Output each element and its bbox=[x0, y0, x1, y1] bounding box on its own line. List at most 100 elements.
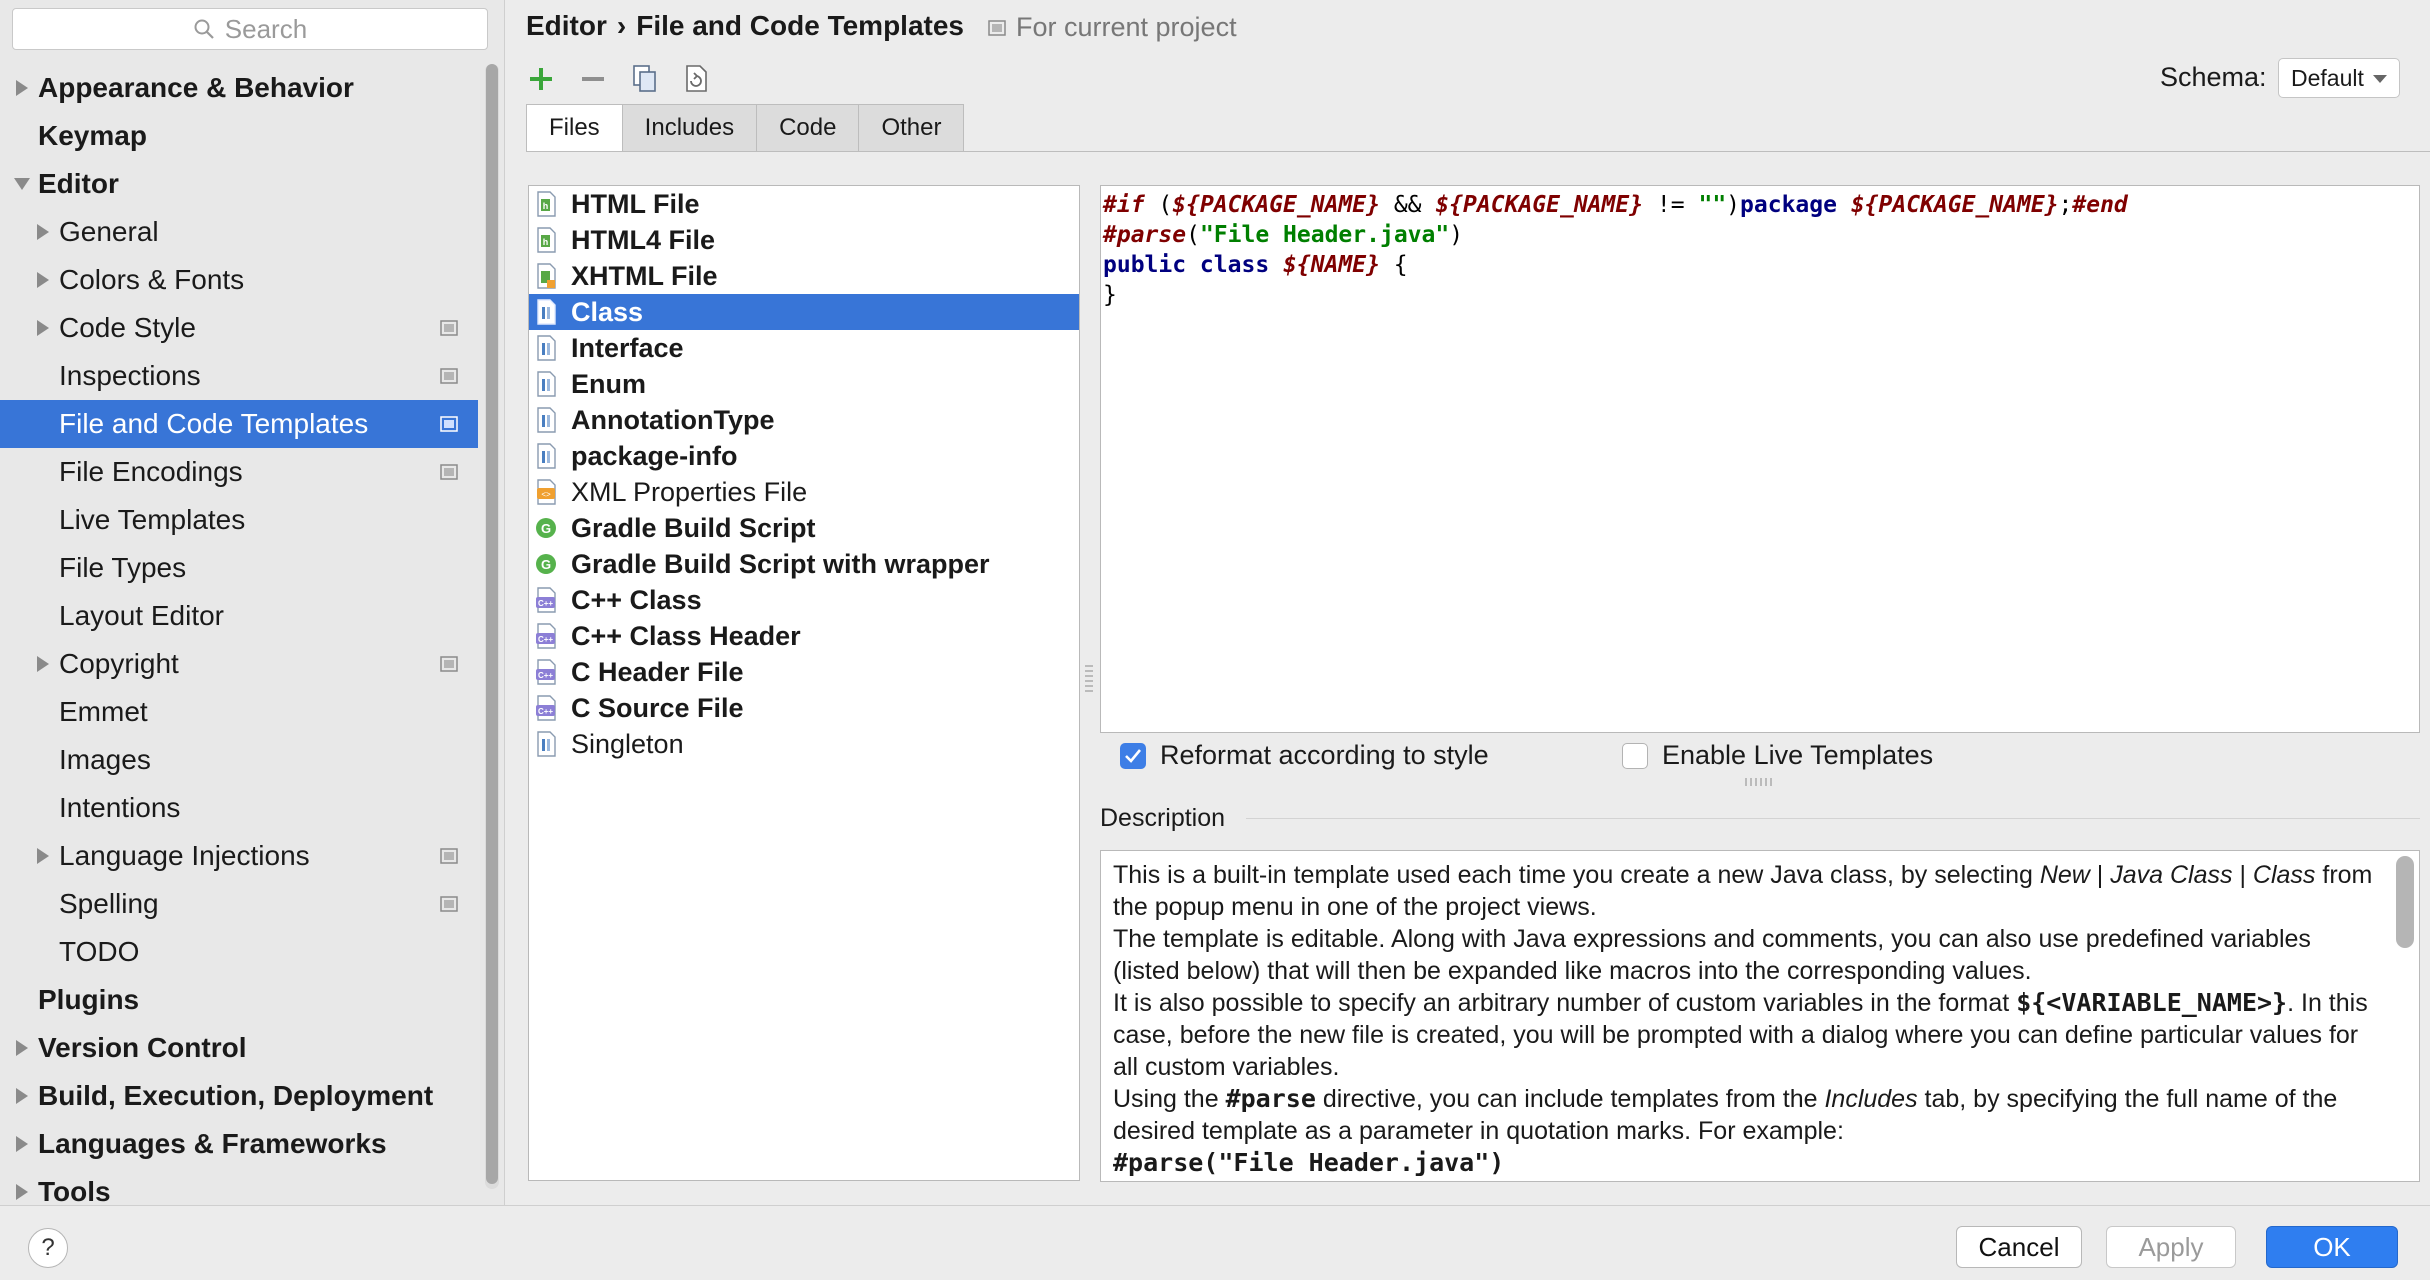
sidebar-item[interactable]: Tools bbox=[0, 1168, 478, 1216]
sidebar-item[interactable]: Editor bbox=[0, 160, 478, 208]
chevron-right-icon[interactable] bbox=[37, 272, 49, 288]
live-templates-checkbox[interactable] bbox=[1622, 742, 1648, 769]
code-line: #parse("File Header.java") bbox=[1103, 220, 2417, 250]
sidebar-item[interactable]: Spelling bbox=[0, 880, 478, 928]
sidebar-item[interactable]: Layout Editor bbox=[0, 592, 478, 640]
sidebar-item[interactable]: Live Templates bbox=[0, 496, 478, 544]
help-button[interactable]: ? bbox=[28, 1228, 68, 1268]
sidebar-item-label: Tools bbox=[38, 1176, 111, 1207]
template-item[interactable]: Enum bbox=[529, 366, 1079, 402]
description-paragraph: This is a built-in template used each ti… bbox=[1113, 859, 2383, 923]
template-item[interactable]: XHTML File bbox=[529, 258, 1079, 294]
sidebar-item[interactable]: Images bbox=[0, 736, 478, 784]
horizontal-splitter-handle[interactable] bbox=[1745, 778, 1775, 786]
code-token: ) bbox=[1726, 192, 1741, 218]
schema-select[interactable]: Default bbox=[2278, 58, 2400, 98]
sidebar-item[interactable]: Appearance & Behavior bbox=[0, 64, 478, 112]
tab-code[interactable]: Code bbox=[757, 104, 860, 152]
template-item[interactable]: <> XML Properties File bbox=[529, 474, 1079, 510]
template-item-label: C++ Class Header bbox=[571, 620, 801, 651]
description-scrollbar-thumb[interactable] bbox=[2396, 856, 2414, 948]
code-token: } bbox=[1103, 282, 1117, 308]
sidebar-item[interactable]: Emmet bbox=[0, 688, 478, 736]
chevron-right-icon[interactable] bbox=[16, 1184, 28, 1200]
copy-template-button[interactable] bbox=[622, 58, 668, 100]
chevron-right-icon[interactable] bbox=[16, 1040, 28, 1056]
sidebar-item[interactable]: Language Injections bbox=[0, 832, 478, 880]
code-token: ( bbox=[1186, 222, 1200, 248]
reformat-checkbox[interactable] bbox=[1120, 742, 1146, 769]
vertical-splitter-handle[interactable] bbox=[1085, 665, 1093, 695]
schema-value: Default bbox=[2291, 64, 2364, 91]
chevron-right-icon[interactable] bbox=[16, 80, 28, 96]
template-item[interactable]: C++ C++ Class Header bbox=[529, 618, 1079, 654]
template-item[interactable]: C++ C Header File bbox=[529, 654, 1079, 690]
template-item[interactable]: Interface bbox=[529, 330, 1079, 366]
sidebar-item[interactable]: Colors & Fonts bbox=[0, 256, 478, 304]
sidebar-item[interactable]: TODO bbox=[0, 928, 478, 976]
sidebar-item-label: Languages & Frameworks bbox=[38, 1128, 387, 1159]
tab-other[interactable]: Other bbox=[859, 104, 965, 152]
template-item[interactable]: G Gradle Build Script with wrapper bbox=[529, 546, 1079, 582]
description-italic: Java Class bbox=[2110, 861, 2233, 889]
reset-template-button[interactable] bbox=[674, 58, 720, 100]
sidebar-item[interactable]: Inspections bbox=[0, 352, 478, 400]
sidebar-item[interactable]: Languages & Frameworks bbox=[0, 1120, 478, 1168]
tab-files[interactable]: Files bbox=[526, 104, 623, 152]
code-token: ${NAME} bbox=[1283, 252, 1380, 278]
template-item[interactable]: G Gradle Build Script bbox=[529, 510, 1079, 546]
sidebar-item[interactable]: Intentions bbox=[0, 784, 478, 832]
chevron-right-icon[interactable] bbox=[37, 848, 49, 864]
svg-text:C++: C++ bbox=[538, 635, 553, 644]
reformat-option[interactable]: Reformat according to style bbox=[1120, 740, 1489, 771]
sidebar-item[interactable]: Build, Execution, Deployment bbox=[0, 1072, 478, 1120]
description-panel[interactable]: This is a built-in template used each ti… bbox=[1100, 850, 2420, 1182]
template-item[interactable]: package-info bbox=[529, 438, 1079, 474]
sidebar-item-label: Plugins bbox=[38, 984, 140, 1015]
template-item[interactable]: h HTML File bbox=[529, 186, 1079, 222]
sidebar-item[interactable]: Copyright bbox=[0, 640, 478, 688]
template-item-label: HTML File bbox=[571, 188, 700, 219]
chevron-down-icon[interactable] bbox=[14, 178, 30, 190]
sidebar-item[interactable]: Plugins bbox=[0, 976, 478, 1024]
template-item[interactable]: AnnotationType bbox=[529, 402, 1079, 438]
chevron-right-icon[interactable] bbox=[37, 656, 49, 672]
ok-button[interactable]: OK bbox=[2266, 1226, 2398, 1268]
sidebar-item[interactable]: Version Control bbox=[0, 1024, 478, 1072]
sidebar-item[interactable]: Code Style bbox=[0, 304, 478, 352]
search-input[interactable]: Search bbox=[12, 8, 488, 50]
sidebar-item[interactable]: Keymap bbox=[0, 112, 478, 160]
sidebar-item-label: Build, Execution, Deployment bbox=[38, 1080, 434, 1111]
remove-template-button[interactable] bbox=[570, 58, 616, 100]
java-file-icon bbox=[537, 443, 556, 469]
chevron-right-icon[interactable] bbox=[16, 1088, 28, 1104]
description-code: #parse("File Header.java") bbox=[1113, 1148, 1505, 1177]
add-template-button[interactable] bbox=[518, 58, 564, 100]
chevron-right-icon[interactable] bbox=[16, 1136, 28, 1152]
template-item[interactable]: Singleton bbox=[529, 726, 1079, 762]
template-item[interactable]: Class bbox=[529, 294, 1079, 330]
sidebar-item[interactable]: File and Code Templates bbox=[0, 400, 478, 448]
svg-text:h: h bbox=[543, 201, 549, 211]
code-token: #if bbox=[1103, 192, 1145, 218]
template-item[interactable]: C++ C Source File bbox=[529, 690, 1079, 726]
tab-includes[interactable]: Includes bbox=[622, 104, 758, 152]
gradle-icon: G bbox=[536, 554, 556, 574]
project-scope-icon bbox=[440, 464, 458, 480]
code-line: #if (${PACKAGE_NAME} && ${PACKAGE_NAME} … bbox=[1103, 190, 2417, 220]
sidebar-item[interactable]: General bbox=[0, 208, 478, 256]
template-item[interactable]: h HTML4 File bbox=[529, 222, 1079, 258]
sidebar-item[interactable]: File Encodings bbox=[0, 448, 478, 496]
cancel-button[interactable]: Cancel bbox=[1956, 1226, 2082, 1268]
live-templates-option[interactable]: Enable Live Templates bbox=[1622, 740, 1933, 771]
chevron-right-icon[interactable] bbox=[37, 224, 49, 240]
apply-button[interactable]: Apply bbox=[2106, 1226, 2236, 1268]
breadcrumb-parent[interactable]: Editor bbox=[526, 10, 607, 42]
sidebar-item[interactable]: File Types bbox=[0, 544, 478, 592]
template-list: h HTML File h HTML4 File XHTML File Class Inte… bbox=[528, 185, 1080, 1181]
template-item[interactable]: C++ C++ Class bbox=[529, 582, 1079, 618]
template-code-editor[interactable]: #if (${PACKAGE_NAME} && ${PACKAGE_NAME} … bbox=[1100, 185, 2420, 733]
description-code: #parse bbox=[1225, 1084, 1316, 1113]
chevron-right-icon[interactable] bbox=[37, 320, 49, 336]
sidebar-scrollbar-thumb[interactable] bbox=[486, 64, 498, 1184]
